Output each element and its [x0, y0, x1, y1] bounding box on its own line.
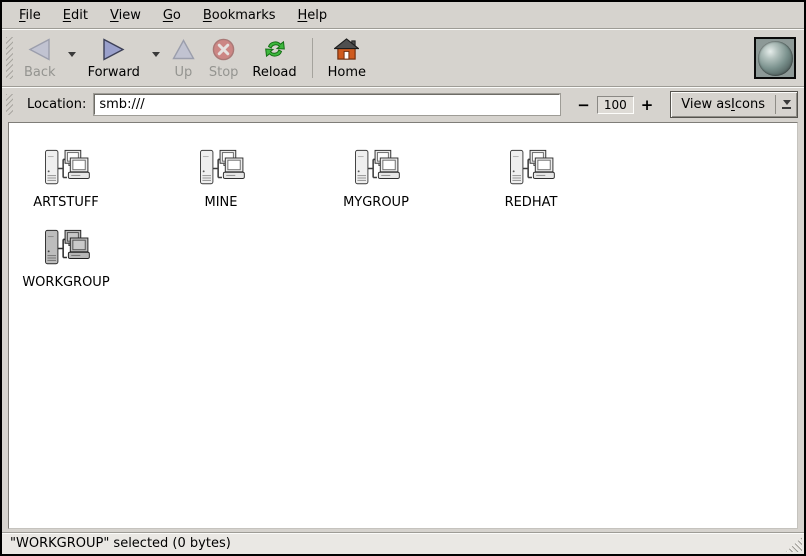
back-arrow-icon [28, 35, 51, 63]
back-button[interactable]: Back [17, 32, 63, 84]
file-manager-window: File Edit View Go Bookmarks Help Back Fo… [0, 0, 806, 556]
network-workgroup-icon [350, 148, 402, 188]
reload-button-label: Reload [252, 65, 296, 80]
toolbar: Back Forward Up Stop [2, 30, 804, 86]
chevron-down-icon [68, 52, 76, 57]
location-bar: Location: − 100 + View as Icons [2, 88, 804, 121]
reload-icon [262, 35, 288, 63]
icon-view-pane[interactable]: ARTSTUFF MINE MYGROUP REDHAT WORKGROUP [8, 122, 798, 529]
icon-row: ARTSTUFF MINE MYGROUP REDHAT [21, 148, 797, 210]
forward-button[interactable]: Forward [81, 32, 147, 84]
stop-button-label: Stop [209, 65, 239, 80]
up-arrow-icon [172, 35, 195, 63]
resize-grip-handle[interactable] [786, 537, 802, 552]
chevron-down-icon [152, 52, 160, 57]
home-button[interactable]: Home [321, 32, 373, 84]
menu-bookmarks[interactable]: Bookmarks [192, 4, 287, 27]
network-workgroup-icon [505, 148, 557, 188]
menu-go[interactable]: Go [152, 4, 192, 27]
network-item-label: REDHAT [505, 195, 558, 210]
network-workgroup-icon [40, 228, 92, 268]
menu-edit-accel: E [63, 8, 71, 23]
dropdown-arrow-icon [776, 92, 797, 117]
menu-view[interactable]: View [99, 4, 152, 27]
menu-go-label: o [173, 8, 181, 23]
menu-view-accel: V [110, 8, 119, 23]
status-text: "WORKGROUP" selected (0 bytes) [10, 536, 231, 551]
network-workgroup-icon [40, 148, 92, 188]
throbber-globe-icon [758, 41, 793, 76]
back-history-dropdown[interactable] [63, 32, 81, 76]
menu-edit[interactable]: Edit [52, 4, 99, 27]
toolbar-grip-handle[interactable] [6, 37, 13, 79]
zoom-out-button[interactable]: − [572, 96, 595, 114]
up-button-label: Up [174, 65, 192, 80]
network-item-redhat[interactable]: REDHAT [486, 148, 576, 210]
view-as-dropdown[interactable]: View as Icons [670, 91, 798, 118]
menu-file[interactable]: File [8, 4, 52, 27]
icon-row: WORKGROUP [21, 228, 797, 290]
view-as-text: View as [681, 97, 731, 112]
menu-bookmarks-accel: B [203, 8, 212, 23]
reload-button[interactable]: Reload [245, 32, 303, 84]
network-item-artstuff[interactable]: ARTSTUFF [21, 148, 111, 210]
view-as-label: View as Icons [671, 92, 775, 117]
menu-go-accel: G [163, 8, 173, 23]
network-item-label: WORKGROUP [22, 275, 109, 290]
location-label: Location: [27, 97, 86, 112]
stop-icon [212, 35, 235, 63]
menu-bar: File Edit View Go Bookmarks Help [2, 2, 804, 28]
network-item-workgroup[interactable]: WORKGROUP [21, 228, 111, 290]
location-bar-grip-handle[interactable] [6, 94, 13, 115]
network-item-label: MYGROUP [343, 195, 409, 210]
toolbar-separator [312, 38, 313, 78]
menu-help-label: elp [307, 8, 327, 23]
forward-arrow-icon [102, 35, 125, 63]
menu-bookmarks-label: ookmarks [212, 8, 276, 23]
throbber-frame [754, 37, 796, 79]
back-button-label: Back [24, 65, 56, 80]
forward-history-dropdown[interactable] [147, 32, 165, 76]
menu-help-accel: H [298, 8, 308, 23]
network-item-mygroup[interactable]: MYGROUP [331, 148, 421, 210]
view-as-text: cons [735, 97, 765, 112]
up-button[interactable]: Up [165, 32, 202, 84]
location-input[interactable] [94, 94, 560, 115]
toolbar-spacer [373, 32, 754, 84]
zoom-in-button[interactable]: + [636, 96, 659, 114]
network-item-mine[interactable]: MINE [176, 148, 266, 210]
menu-file-label: ile [26, 8, 41, 23]
home-icon [334, 35, 359, 63]
status-bar: "WORKGROUP" selected (0 bytes) [2, 532, 804, 554]
forward-button-label: Forward [88, 65, 140, 80]
menu-edit-label: dit [71, 8, 88, 23]
menu-view-label: iew [119, 8, 141, 23]
network-workgroup-icon [195, 148, 247, 188]
network-item-label: MINE [205, 195, 238, 210]
network-item-label: ARTSTUFF [33, 195, 99, 210]
menu-help[interactable]: Help [287, 4, 339, 27]
home-button-label: Home [328, 65, 366, 80]
zoom-level-indicator[interactable]: 100 [597, 96, 634, 114]
stop-button[interactable]: Stop [202, 32, 246, 84]
